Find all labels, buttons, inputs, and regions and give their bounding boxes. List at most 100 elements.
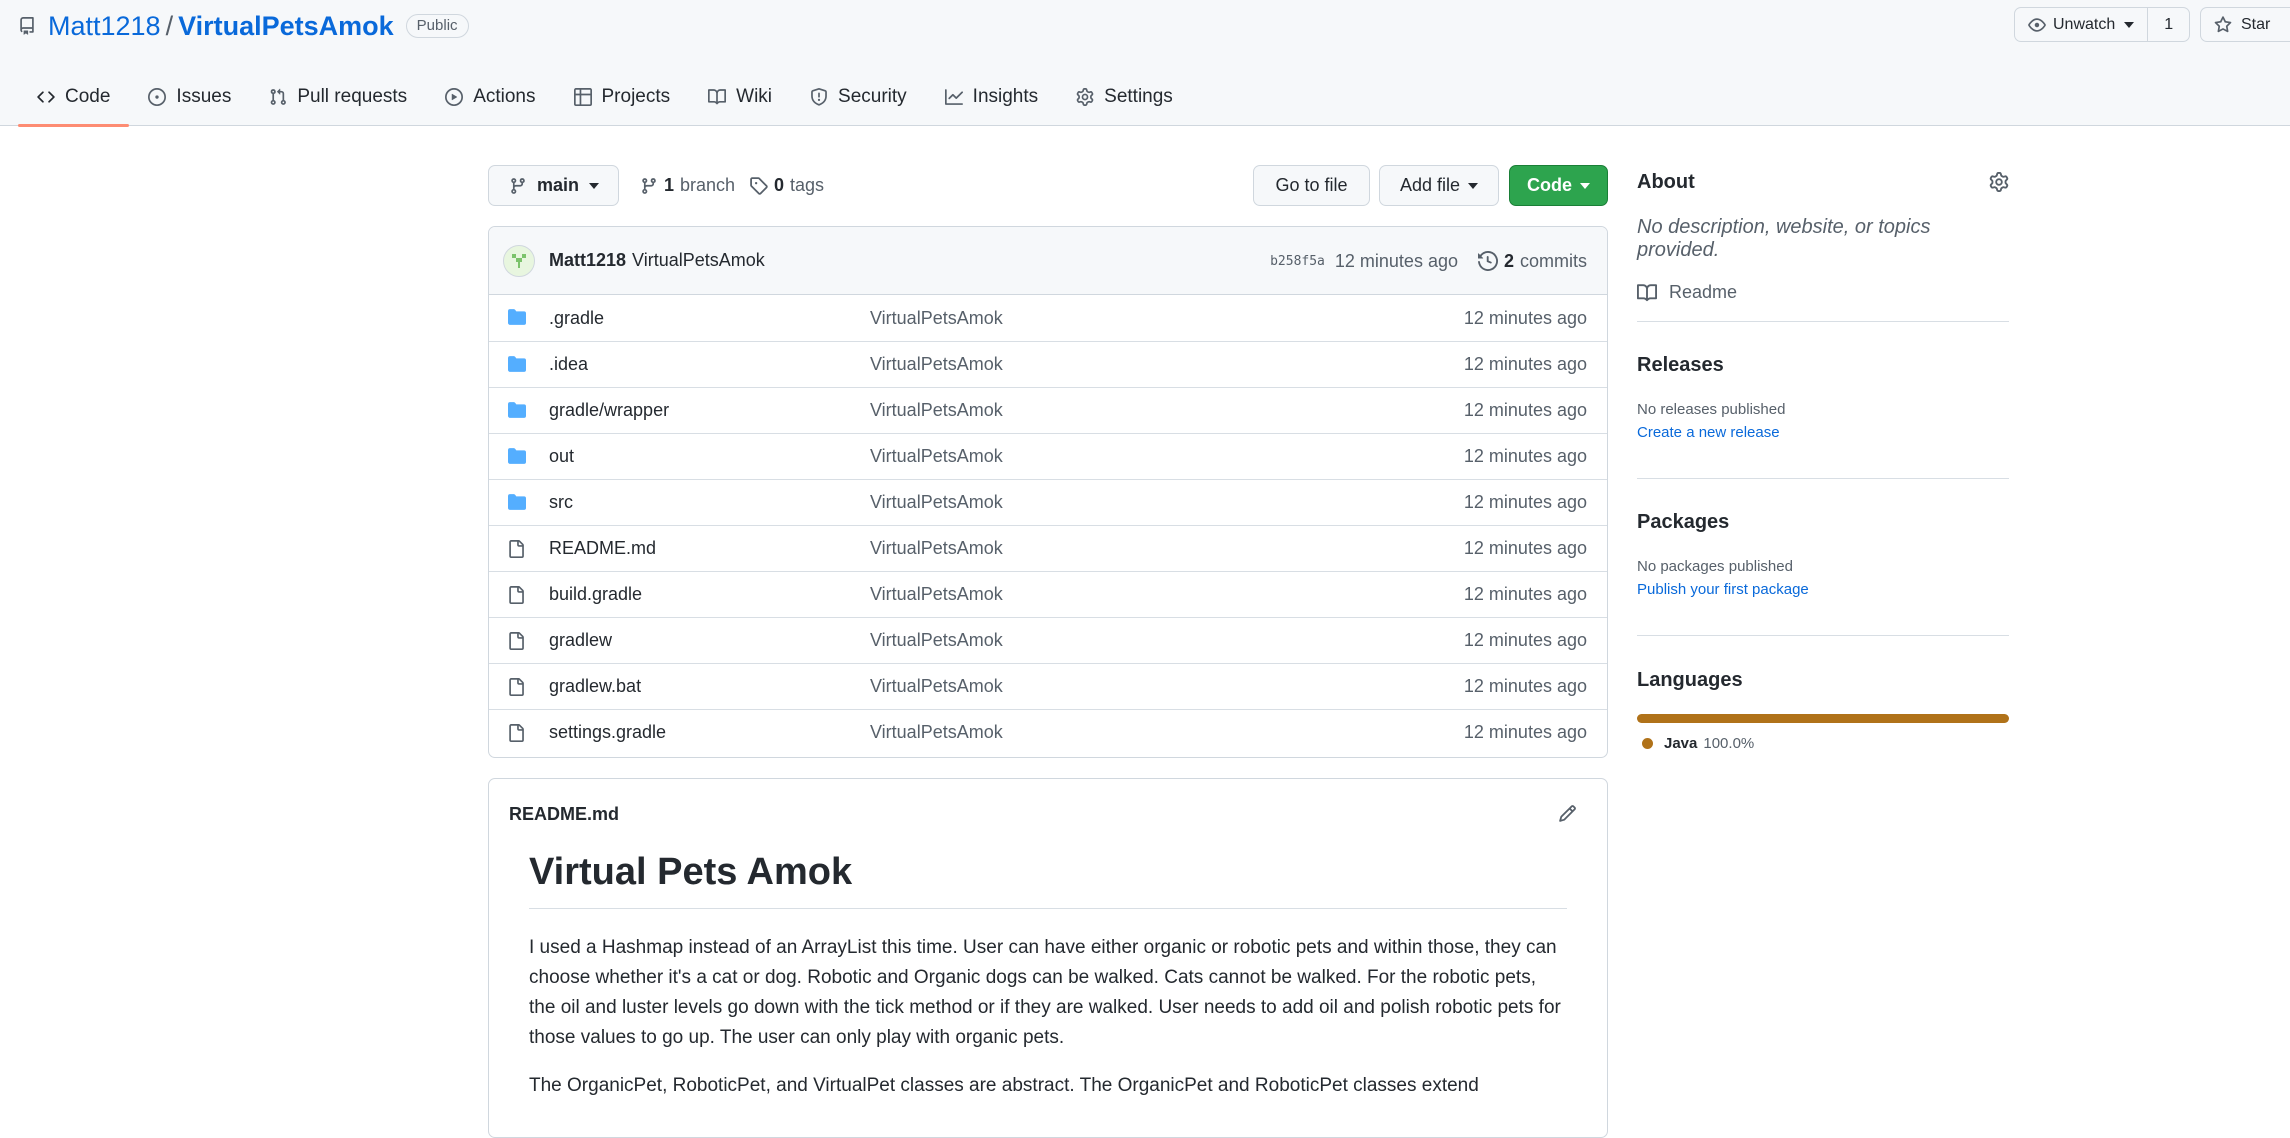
- file-commit-message-link[interactable]: VirtualPetsAmok: [870, 400, 1003, 421]
- language-color-dot: [1642, 738, 1653, 749]
- star-button[interactable]: Star: [2200, 7, 2290, 42]
- readme-filename-link[interactable]: README.md: [509, 804, 619, 825]
- language-item[interactable]: Java 100.0%: [1637, 735, 2009, 752]
- branches-link[interactable]: 1 branch: [640, 165, 735, 206]
- git-branch-icon: [509, 177, 527, 195]
- file-name-link[interactable]: out: [549, 446, 574, 467]
- pencil-icon[interactable]: [1558, 804, 1577, 823]
- commit-message-link[interactable]: VirtualPetsAmok: [632, 250, 765, 271]
- file-name-link[interactable]: README.md: [549, 538, 656, 559]
- git-pull-request-icon: [269, 88, 287, 106]
- file-commit-message-link[interactable]: VirtualPetsAmok: [870, 308, 1003, 329]
- table-row[interactable]: src VirtualPetsAmok 12 minutes ago: [489, 479, 1607, 525]
- commit-sha-link[interactable]: b258f5a: [1270, 254, 1325, 269]
- book-icon: [708, 88, 727, 106]
- folder-icon: [507, 308, 527, 326]
- folder-icon: [507, 355, 527, 373]
- go-to-file-label: Go to file: [1275, 175, 1348, 195]
- tab-settings[interactable]: Settings: [1057, 68, 1192, 126]
- file-name-link[interactable]: gradlew: [549, 630, 612, 651]
- gear-icon[interactable]: [1989, 172, 2009, 192]
- table-row[interactable]: build.gradle VirtualPetsAmok 12 minutes ag…: [489, 571, 1607, 617]
- tab-wiki[interactable]: Wiki: [689, 68, 791, 126]
- file-commit-message-link[interactable]: VirtualPetsAmok: [870, 354, 1003, 375]
- branch-select-button[interactable]: main: [488, 165, 619, 206]
- repo-header: Matt1218 / VirtualPetsAmok Public Unwatc…: [0, 0, 2290, 127]
- tab-issues[interactable]: Issues: [129, 68, 250, 126]
- commit-age: 12 minutes ago: [1334, 250, 1458, 271]
- readme-content: Virtual Pets Amok I used a Hashmap inste…: [489, 849, 1607, 1101]
- readme-link[interactable]: Readme: [1637, 282, 2009, 303]
- tab-label: Settings: [1104, 86, 1173, 107]
- table-row[interactable]: .idea VirtualPetsAmok 12 minutes ago: [489, 341, 1607, 387]
- avatar[interactable]: [503, 244, 535, 277]
- commit-author-link[interactable]: Matt1218: [549, 250, 626, 271]
- file-name-link[interactable]: settings.gradle: [549, 722, 666, 743]
- tab-security[interactable]: Security: [791, 68, 926, 126]
- tab-projects[interactable]: Projects: [555, 68, 690, 126]
- file-commit-message-link[interactable]: VirtualPetsAmok: [870, 538, 1003, 559]
- gear-icon: [1076, 88, 1094, 106]
- code-icon: [37, 88, 55, 106]
- file-commit-message-link[interactable]: VirtualPetsAmok: [870, 630, 1003, 651]
- file-name-link[interactable]: .idea: [549, 354, 588, 375]
- tab-code[interactable]: Code: [18, 68, 130, 127]
- file-icon: [507, 631, 525, 651]
- table-row[interactable]: .gradle VirtualPetsAmok 12 minutes ago: [489, 295, 1607, 341]
- chevron-down-icon: [2124, 21, 2135, 28]
- table-row[interactable]: settings.gradle VirtualPetsAmok 12 minutes…: [489, 709, 1607, 755]
- file-commit-message-link[interactable]: VirtualPetsAmok: [870, 584, 1003, 605]
- file-commit-message-link[interactable]: VirtualPetsAmok: [870, 676, 1003, 697]
- tab-insights[interactable]: Insights: [926, 68, 1057, 126]
- file-name-link[interactable]: .gradle: [549, 308, 604, 329]
- file-commit-message-link[interactable]: VirtualPetsAmok: [870, 492, 1003, 513]
- code-button-label: Code: [1527, 175, 1572, 195]
- file-table: Matt1218 VirtualPetsAmok b258f5a 12 minu…: [488, 226, 1608, 758]
- table-row[interactable]: gradlew VirtualPetsAmok 12 minutes ago: [489, 617, 1607, 663]
- tag-label: tags: [790, 175, 825, 195]
- tab-actions[interactable]: Actions: [426, 68, 554, 126]
- create-release-link[interactable]: Create a new release: [1637, 424, 2009, 441]
- tab-label: Insights: [972, 86, 1039, 107]
- packages-section: Packages No packages published Publish y…: [1637, 479, 2009, 636]
- table-row[interactable]: gradle/wrapper VirtualPetsAmok 12 minutes …: [489, 387, 1607, 433]
- book-icon: [1637, 283, 1657, 303]
- file-commit-age: 12 minutes ago: [1463, 722, 1587, 742]
- packages-title[interactable]: Packages: [1637, 511, 2009, 534]
- file-commit-age: 12 minutes ago: [1463, 400, 1587, 420]
- add-file-button[interactable]: Add file: [1379, 165, 1499, 206]
- repo-path-separator: /: [165, 10, 174, 41]
- readme-heading: Virtual Pets Amok: [529, 849, 1567, 909]
- repo-name-link[interactable]: VirtualPetsAmok: [178, 11, 394, 42]
- branch-label: branch: [680, 175, 736, 195]
- code-button[interactable]: Code: [1509, 165, 1608, 206]
- file-commit-message-link[interactable]: VirtualPetsAmok: [870, 446, 1003, 467]
- issue-opened-icon: [148, 88, 167, 106]
- readme-link-label: Readme: [1669, 282, 1738, 302]
- file-commit-age: 12 minutes ago: [1463, 630, 1587, 650]
- tags-link[interactable]: 0 tags: [749, 165, 824, 206]
- publish-package-link[interactable]: Publish your first package: [1637, 581, 2009, 598]
- tab-label: Wiki: [736, 86, 773, 107]
- file-commit-age: 12 minutes ago: [1463, 538, 1587, 558]
- repo-owner-link[interactable]: Matt1218: [48, 11, 161, 42]
- star-label: Star: [2241, 15, 2271, 33]
- table-row[interactable]: README.md VirtualPetsAmok 12 minutes ago: [489, 525, 1607, 571]
- releases-title[interactable]: Releases: [1637, 354, 2009, 377]
- table-row[interactable]: out VirtualPetsAmok 12 minutes ago: [489, 433, 1607, 479]
- tab-label: Issues: [176, 86, 232, 107]
- go-to-file-button[interactable]: Go to file: [1253, 165, 1370, 206]
- file-icon: [507, 677, 525, 697]
- file-name-link[interactable]: gradle/wrapper: [549, 400, 669, 421]
- unwatch-button[interactable]: Unwatch: [2014, 7, 2149, 42]
- file-icon: [507, 539, 525, 559]
- watchers-count[interactable]: 1: [2148, 7, 2191, 42]
- commits-history-link[interactable]: 2 commits: [1477, 251, 1587, 272]
- file-commit-message-link[interactable]: VirtualPetsAmok: [870, 722, 1003, 743]
- tab-pull-requests[interactable]: Pull requests: [250, 68, 426, 126]
- file-name-link[interactable]: build.gradle: [549, 584, 642, 605]
- file-name-link[interactable]: gradlew.bat: [549, 676, 641, 697]
- table-row[interactable]: gradlew.bat VirtualPetsAmok 12 minutes ago: [489, 663, 1607, 709]
- file-name-link[interactable]: src: [549, 492, 573, 513]
- branch-count: 1: [664, 175, 675, 195]
